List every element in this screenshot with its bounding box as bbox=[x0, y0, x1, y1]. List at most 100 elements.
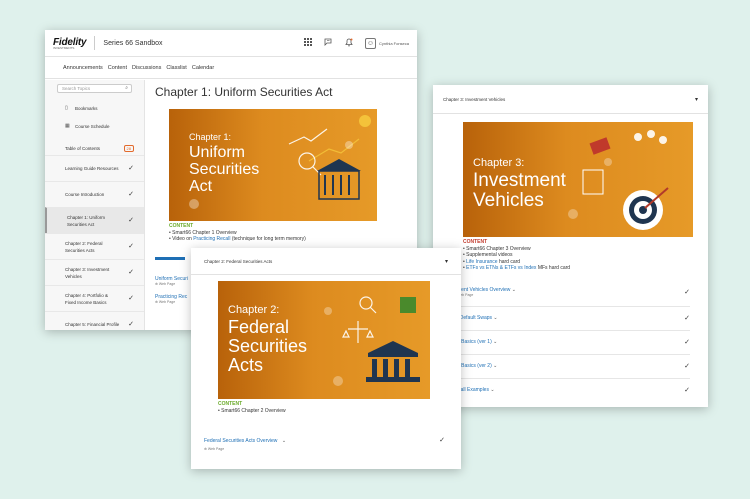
topic-link[interactable]: t Default Swaps bbox=[457, 315, 492, 321]
sidebar-item-course-schedule[interactable]: ▦ Course Schedule bbox=[45, 117, 144, 135]
chapter-3-banner-image: Chapter 3: Investment Vehicles bbox=[463, 122, 693, 237]
banner-line-2: Uniform bbox=[189, 144, 246, 161]
topic-link[interactable]: Call Examples bbox=[457, 387, 489, 393]
progress-bar bbox=[155, 256, 185, 260]
chevron-down-icon[interactable]: ⌄ bbox=[493, 315, 497, 321]
bullet-text: Smart66 Chapter 2 Overview bbox=[221, 407, 286, 414]
banner-line-1: Chapter 1: bbox=[189, 132, 232, 142]
course-nav: Announcements Content Discussions Classl… bbox=[45, 57, 417, 79]
chevron-down-icon[interactable]: ⌄ bbox=[493, 363, 497, 369]
nav-announcements[interactable]: Announcements bbox=[63, 65, 103, 71]
chevron-down-icon[interactable]: ⌄ bbox=[493, 339, 497, 345]
topic-link[interactable]: n Basics (ver 2) bbox=[457, 363, 492, 369]
bullet-text: Video on bbox=[172, 236, 194, 242]
bell-icon[interactable] bbox=[345, 38, 353, 49]
toc-count-badge: 28 bbox=[123, 144, 134, 152]
banner-line-1: Chapter 3: bbox=[473, 157, 525, 169]
sidebar-item-course-intro[interactable]: Course Introduction ✓ bbox=[45, 181, 144, 207]
logo-subtext: INVESTMENTS bbox=[53, 45, 75, 50]
content-bullet: • Smart66 Chapter 2 Overview bbox=[218, 407, 286, 414]
divider bbox=[94, 36, 96, 50]
search-icon[interactable]: ⌕ bbox=[125, 85, 128, 91]
banner-line-3: Securities bbox=[228, 336, 308, 356]
bullet-text: (technique for long term memory) bbox=[230, 236, 306, 242]
etf-comparison-link[interactable]: ETFs vs ETNs & ETFs vs Index bbox=[466, 265, 536, 271]
banner-line-1: Chapter 2: bbox=[228, 304, 280, 316]
check-icon: ✓ bbox=[684, 362, 690, 370]
content-bullet: • ETFs vs ETNs & ETFs vs Index MFs hard … bbox=[463, 265, 571, 271]
module-header[interactable]: Chapter 3: Investment Vehicles ▾ bbox=[433, 85, 708, 114]
sidebar-item-label: Chapter 4: Portfolio & Fixed Income Basi… bbox=[65, 292, 109, 305]
bullet-text: MFs hard card bbox=[536, 265, 571, 271]
chevron-down-icon[interactable]: ▾ bbox=[695, 96, 698, 103]
sidebar-item-chapter-3[interactable]: Chapter 3: Investment Vehicles ✓ bbox=[45, 259, 144, 285]
check-icon: ✓ bbox=[684, 338, 690, 346]
module-header[interactable]: Chapter 2: Federal Securities Acts ▾ bbox=[191, 248, 461, 275]
chevron-down-icon[interactable]: ⌄ bbox=[490, 387, 494, 393]
chapter-2-banner-image: Chapter 2: Federal Securities Acts bbox=[218, 281, 430, 399]
check-icon: ✓ bbox=[684, 289, 690, 296]
sidebar-item-label: Learning Guide Resources bbox=[65, 166, 119, 171]
list-item[interactable]: t Default Swaps ⌄ ✓ bbox=[457, 306, 690, 328]
course-window-chapter-2: Chapter 2: Federal Securities Acts ▾ Cha… bbox=[191, 248, 461, 469]
sidebar-item-bookmarks[interactable]: ▯ Bookmarks bbox=[45, 99, 144, 117]
content-bullet: • Video on Practicing Recall (technique … bbox=[169, 236, 306, 242]
bullet-text: Smart66 Chapter 3 Overview bbox=[466, 245, 531, 252]
logo[interactable]: Fidelity INVESTMENTS bbox=[53, 37, 87, 50]
check-icon: ✓ bbox=[684, 386, 690, 394]
chevron-down-icon[interactable]: ⌄ bbox=[512, 287, 516, 293]
sidebar-item-label: Course Introduction bbox=[65, 192, 105, 197]
banner-line-2: Federal bbox=[228, 317, 290, 337]
bullet-text: Smart66 Chapter 1 Overview bbox=[172, 229, 237, 236]
user-icon: ☺ bbox=[364, 37, 376, 49]
nav-classlist[interactable]: Classlist bbox=[166, 65, 186, 71]
page-title: Chapter 1: Uniform Securities Act bbox=[155, 85, 333, 99]
banner-line-3: Securities bbox=[189, 161, 260, 178]
list-item[interactable]: Federal Securities Acts Overview ⌄ ⊕ Web… bbox=[204, 429, 445, 451]
chat-icon[interactable] bbox=[324, 38, 333, 48]
topic-link[interactable]: Federal Securities Acts Overview bbox=[204, 438, 277, 444]
sidebar-item-label: Chapter 2: Federal Securities Acts bbox=[65, 240, 103, 253]
list-item[interactable]: ment Vehicles Overview ⌄ Web Page ✓ bbox=[457, 281, 690, 303]
sidebar-item-chapter-5[interactable]: Chapter 5: Financial Profile ✓ bbox=[45, 311, 144, 330]
sidebar-item-label: Chapter 5: Financial Profile bbox=[65, 322, 120, 327]
sidebar-item-label: Chapter 3: Investment Vehicles bbox=[65, 266, 110, 279]
check-icon: ✓ bbox=[684, 314, 690, 322]
check-icon: ✓ bbox=[128, 191, 134, 198]
chevron-down-icon[interactable]: ⌄ bbox=[282, 438, 286, 444]
sidebar-item-chapter-4[interactable]: Chapter 4: Portfolio & Fixed Income Basi… bbox=[45, 285, 144, 311]
sidebar-item-chapter-1[interactable]: Chapter 1: Uniform Securities Act ✓ bbox=[45, 207, 144, 233]
course-title[interactable]: Series 66 Sandbox bbox=[103, 40, 162, 47]
chapter-1-banner-image: Chapter 1: Uniform Securities Act bbox=[169, 109, 377, 221]
topic-type: Web Page bbox=[457, 293, 474, 297]
list-item[interactable]: Call Examples ⌄ ✓ bbox=[457, 378, 690, 400]
check-icon: ✓ bbox=[128, 217, 134, 224]
topic-link[interactable]: n Basics (ver 1) bbox=[457, 339, 492, 345]
calendar-icon: ▦ bbox=[65, 123, 70, 129]
user-menu[interactable]: ☺ Cynthia Fonseca bbox=[364, 37, 409, 49]
sidebar-item-learning-guide[interactable]: Learning Guide Resources ✓ bbox=[45, 155, 144, 181]
chevron-down-icon[interactable]: ▾ bbox=[445, 258, 448, 265]
list-item[interactable]: n Basics (ver 2) ⌄ ✓ bbox=[457, 354, 690, 376]
nav-discussions[interactable]: Discussions bbox=[132, 65, 161, 71]
sidebar-item-chapter-2[interactable]: Chapter 2: Federal Securities Acts ✓ bbox=[45, 233, 144, 259]
toc-label: Table of Contents bbox=[65, 145, 101, 151]
nav-content[interactable]: Content bbox=[108, 65, 127, 71]
search-input[interactable]: Search Topics ⌕ bbox=[57, 84, 132, 93]
banner-line-4: Acts bbox=[228, 355, 264, 375]
search-placeholder: Search Topics bbox=[62, 86, 91, 91]
banner-line-2: Investment bbox=[473, 170, 566, 191]
bullet-text: hard card bbox=[497, 258, 521, 265]
table-of-contents[interactable]: Table of Contents 28 bbox=[45, 141, 144, 155]
course-window-chapter-3: Chapter 3: Investment Vehicles ▾ Chapter… bbox=[433, 85, 708, 407]
check-icon: ✓ bbox=[128, 269, 134, 276]
topic-type: ⊕ Web Page bbox=[204, 447, 225, 451]
nav-calendar[interactable]: Calendar bbox=[192, 65, 214, 71]
check-icon: ✓ bbox=[128, 321, 134, 328]
check-icon: ✓ bbox=[128, 165, 134, 172]
grid-icon[interactable] bbox=[303, 38, 312, 48]
sidebar-item-label: Chapter 1: Uniform Securities Act bbox=[67, 214, 106, 227]
list-item[interactable]: n Basics (ver 1) ⌄ ✓ bbox=[457, 330, 690, 352]
life-insurance-link[interactable]: Life Insurance bbox=[466, 259, 497, 265]
practicing-recall-link[interactable]: Practicing Recall bbox=[193, 236, 230, 242]
